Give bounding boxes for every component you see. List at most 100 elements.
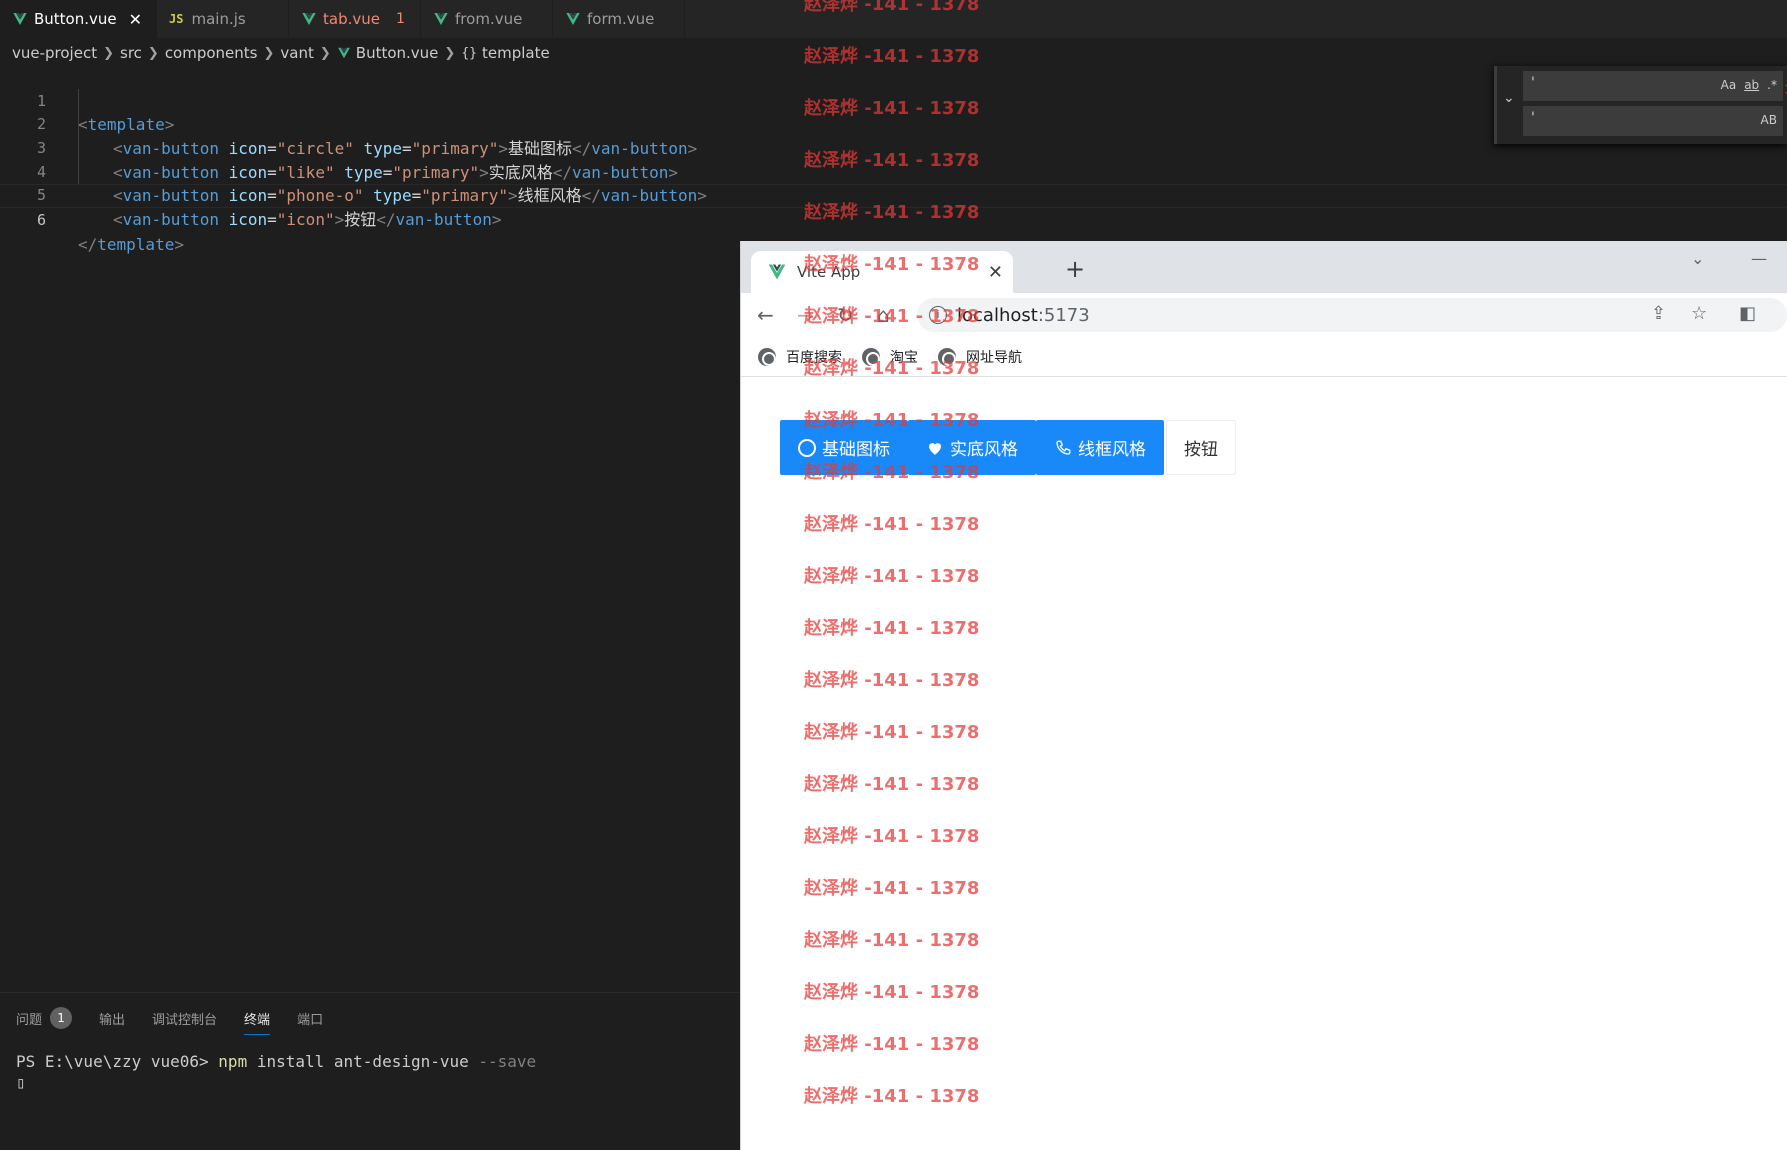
browser-tab-title: Vite App [797,263,861,281]
tab-tab-vue[interactable]: tab.vue 1 [289,0,422,38]
js-icon: JS [169,12,184,26]
url-host: localhost [957,304,1038,326]
bookmark-item[interactable]: 淘宝 [862,347,918,367]
find-input-value: ' [1531,75,1535,91]
braces-icon: {} [461,45,477,61]
punct: > [334,210,345,230]
terminal-output[interactable]: PS E:\vue\zzy vue06> npm install ant-des… [16,1052,536,1071]
find-input[interactable]: ' Aa ab .* [1523,71,1783,101]
tab-main-js[interactable]: JS main.js [157,0,290,38]
terminal-prompt: PS E:\vue\zzy vue06> [16,1052,219,1071]
star-icon[interactable]: ☆ [1691,303,1707,324]
chevron-right-icon: ❯ [103,45,114,61]
code-line: 5 <van-button icon="icon">按钮</van-button… [0,161,1787,229]
home-icon[interactable]: ⌂ [877,303,890,327]
panel-tab-label: 端口 [297,1012,324,1028]
tab-debug-console[interactable]: 调试控制台 [152,1005,217,1031]
bookmarks-bar: 百度搜索 淘宝 网址导航 [741,337,1787,377]
browser-toolbar: ← → ↻ ⌂ i localhost:5173 ⇪ ☆ ◧ [741,293,1787,337]
breadcrumb-item[interactable]: src [120,44,142,62]
replace-input[interactable]: ' AB [1523,106,1783,136]
info-icon[interactable]: i [929,306,947,324]
line-number: 6 [36,211,46,230]
punct: < [113,210,123,230]
code-line-current: 6 </template> [0,184,1787,254]
tab-label: from.vue [455,10,523,28]
tab-button-vue[interactable]: Button.vue ✕ [0,0,158,38]
sidebar-icon[interactable]: ◧ [1739,303,1756,324]
punct: = [267,210,277,230]
code-content: </template> [78,233,184,257]
button-label: 基础图标 [822,440,890,460]
vue-icon [566,13,580,25]
browser-tabbar: Vite App ✕ + ⌄ — [741,241,1787,293]
solid-style-button[interactable]: 实底风格 [908,420,1036,475]
close-icon[interactable]: ✕ [988,262,1003,283]
globe-icon [938,347,956,366]
vue-icon [434,13,448,25]
basic-icon-button[interactable]: 基础图标 [780,420,908,475]
reload-icon[interactable]: ↻ [837,303,854,327]
back-icon[interactable]: ← [757,303,774,327]
button-label: 线框风格 [1078,440,1146,460]
tab-output[interactable]: 输出 [99,1005,125,1031]
tab-ports[interactable]: 端口 [297,1005,323,1031]
breadcrumb-item[interactable]: vant [280,44,313,62]
panel-tab-label: 输出 [99,1012,126,1028]
terminal-flag: --save [478,1052,537,1071]
editor-tabbar: Button.vue ✕ JS main.js tab.vue 1 from.v… [0,0,1787,38]
problems-count-badge: 1 [50,1007,73,1029]
code-content: <van-button icon="icon">按钮</van-button> [113,208,501,232]
bottom-panel: 问题 1 输出 调试控制台 终端 端口 PS E:\vue\zzy vue06>… [0,992,742,1150]
minimize-icon[interactable]: — [1751,249,1767,268]
tab-problems[interactable]: 问题 1 [16,1005,73,1031]
tab-label: Button.vue [34,10,117,28]
browser-tab[interactable]: Vite App ✕ [751,251,1013,293]
match-case-icon[interactable]: Aa [1721,78,1737,92]
heart-icon [929,442,941,455]
phone-icon [1056,440,1071,455]
breadcrumb-item[interactable]: template [482,44,550,62]
attr-name: icon [228,210,268,230]
regex-icon[interactable]: .* [1767,78,1777,92]
breadcrumb: vue-project ❯ src ❯ components ❯ vant ❯ … [0,38,550,68]
breadcrumb-item[interactable]: components [165,44,258,62]
panel-tab-label: 调试控制台 [152,1012,218,1028]
breadcrumb-item[interactable]: Button.vue [356,44,439,62]
bookmark-item[interactable]: 网址导航 [938,347,1022,367]
vue-icon [302,13,316,25]
bookmark-item[interactable]: 百度搜索 [758,347,842,367]
close-icon[interactable]: ✕ [129,10,142,29]
tab-form-vue[interactable]: form.vue [553,0,686,38]
bookmark-label: 百度搜索 [786,349,842,366]
tag-name: van-button [122,210,219,230]
punct: </ [376,210,396,230]
panel-tab-label: 终端 [244,1012,271,1028]
plain-button[interactable]: 按钮 [1166,420,1236,475]
tag-name: template [97,234,175,254]
tab-from-vue[interactable]: from.vue [421,0,554,38]
new-tab-button[interactable]: + [1065,255,1085,283]
globe-icon [862,347,880,366]
share-icon[interactable]: ⇪ [1651,303,1666,324]
vue-icon [768,264,786,280]
forward-icon[interactable]: → [797,303,814,327]
attr-value: "icon" [276,210,335,230]
outline-style-button[interactable]: 线框风格 [1036,420,1164,475]
error-count-badge: 1 [396,11,405,27]
button-label: 实底风格 [950,440,1018,460]
indent-guide [78,89,79,184]
page-content: 基础图标 实底风格 线框风格 按钮 [741,378,1787,1150]
bookmark-label: 网址导航 [966,349,1022,366]
chevron-down-icon[interactable]: ⌄ [1691,249,1704,268]
preserve-case-icon[interactable]: AB [1761,113,1777,127]
globe-icon [758,347,776,366]
whole-word-icon[interactable]: ab [1744,78,1759,92]
replace-options: AB [1761,113,1777,127]
text-node: 按钮 [344,210,377,230]
chevron-down-icon[interactable]: ⌄ [1503,90,1515,106]
chevron-right-icon: ❯ [263,45,275,61]
breadcrumb-item[interactable]: vue-project [12,44,97,62]
tab-terminal[interactable]: 终端 [244,1005,271,1035]
button-label: 按钮 [1184,440,1218,460]
